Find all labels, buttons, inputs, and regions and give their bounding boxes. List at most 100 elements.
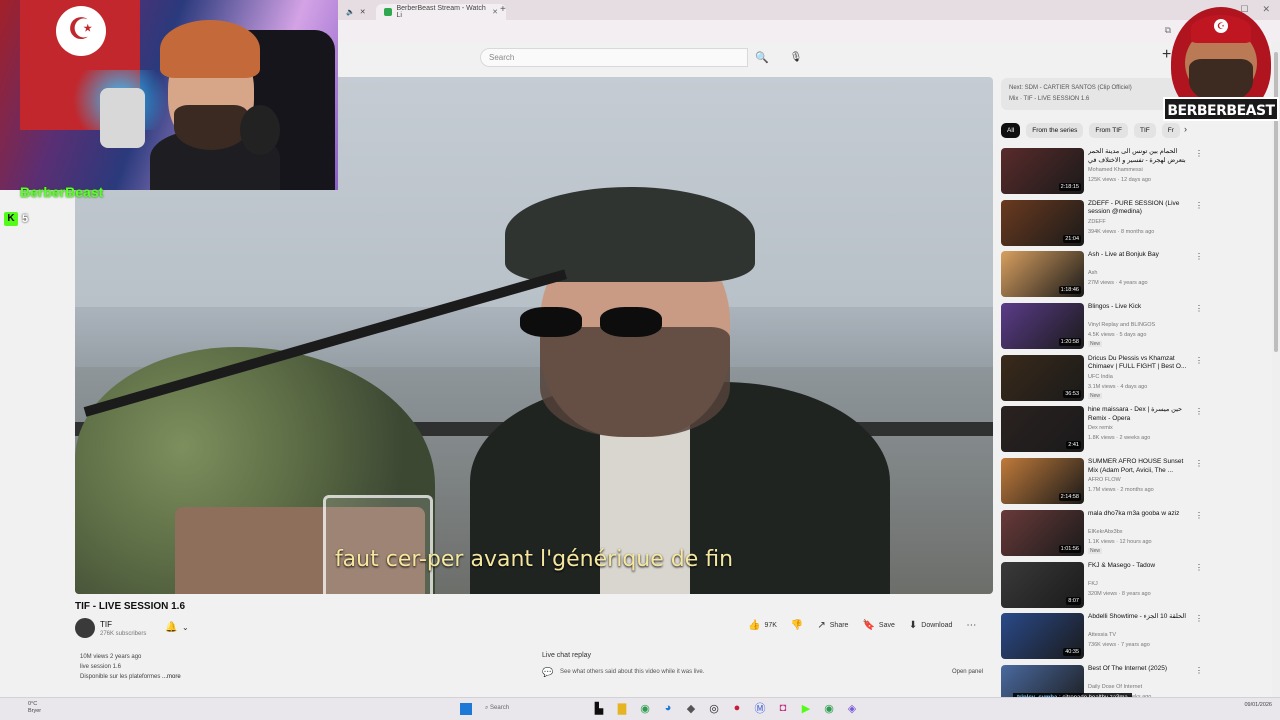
recommendation-channel[interactable]: Daily Dose Of Internet: [1088, 684, 1142, 690]
more-vertical-icon[interactable]: ⋮: [1195, 252, 1203, 261]
recommendation-channel[interactable]: ZDEFF: [1088, 219, 1106, 225]
plus-icon[interactable]: +: [500, 4, 506, 15]
recommendation-title[interactable]: الحمام بين تونس الى مدينة الحمر بتعرض له…: [1088, 148, 1191, 165]
video-thumbnail[interactable]: 2:14:58: [1001, 458, 1084, 505]
recommendation-channel[interactable]: Dex remix: [1088, 425, 1113, 431]
chrome-icon[interactable]: ◉: [638, 701, 652, 715]
task-view-icon[interactable]: ▙: [592, 701, 606, 715]
performer-beard: [540, 327, 730, 437]
obs-icon[interactable]: ◎: [707, 701, 721, 715]
recommendation-channel[interactable]: AFRO FLOW: [1088, 477, 1121, 483]
video-description[interactable]: 10M views 2 years ago live session 1.6 D…: [75, 648, 530, 686]
search-input[interactable]: Search: [480, 48, 748, 67]
recommendation-channel[interactable]: Ash: [1088, 270, 1097, 276]
search-icon[interactable]: 🔍: [748, 48, 776, 67]
download-button[interactable]: ⬇ Download: [909, 620, 953, 631]
app-icon[interactable]: ◆: [684, 701, 698, 715]
more-vertical-icon[interactable]: ⋮: [1195, 149, 1203, 158]
dislike-button[interactable]: 👎: [791, 620, 803, 631]
channel-avatar[interactable]: [75, 618, 95, 638]
tab-audio[interactable]: 🔈 ✕: [338, 4, 374, 20]
filter-chips: All From the series From TIF TIF Fr: [1001, 123, 1180, 138]
recommendation-title[interactable]: ZDEFF - PURE SESSION (Live session @medi…: [1088, 200, 1191, 217]
close-icon[interactable]: ✕: [360, 8, 366, 16]
weather-widget[interactable]: 0°C Bryer: [28, 701, 41, 715]
app-icon-2[interactable]: ◈: [845, 701, 859, 715]
recommendation-item[interactable]: 2:18:15 الحمام بين تونس الى مدينة الحمر ب…: [1001, 148, 1203, 200]
recommendation-item[interactable]: 1:18:46 Ash - Live at Bonjuk Bay Ash 27M vi…: [1001, 251, 1203, 303]
recommendation-title[interactable]: mala dho7ka m3a gooba w aziz: [1088, 510, 1191, 519]
logo-text: BERBERBEAST: [1163, 97, 1279, 121]
more-vertical-icon[interactable]: ⋮: [1195, 304, 1203, 313]
recommendation-item[interactable]: 2:14:58 SUMMER AFRO HOUSE Sunset Mix (Ada…: [1001, 458, 1203, 510]
recommendation-title[interactable]: Best Of The Internet (2025): [1088, 665, 1191, 674]
chrome-profile-icon[interactable]: ◉: [822, 701, 836, 715]
more-vertical-icon[interactable]: ⋮: [1195, 666, 1203, 675]
more-actions-button[interactable]: ⋯: [966, 620, 976, 631]
recommendation-item[interactable]: 40:35 Abdelli Showtime - الحلقة 10 الجزء A…: [1001, 613, 1203, 665]
recommendation-channel[interactable]: Vinyl Replay and BLINGOS: [1088, 322, 1155, 328]
chip-from-series[interactable]: From the series: [1026, 123, 1084, 138]
recommendation-title[interactable]: Dricus Du Plessis vs Khamzat Chimaev | F…: [1088, 355, 1191, 372]
recommendation-item[interactable]: 2:41 hine maissara - Dex | حين ميسرة Remi…: [1001, 406, 1203, 458]
recommendation-title[interactable]: Abdelli Showtime - الحلقة 10 الجزء: [1088, 613, 1191, 622]
kick-app-icon[interactable]: ▶: [799, 701, 813, 715]
more-vertical-icon[interactable]: ⋮: [1195, 459, 1203, 468]
recommendation-channel[interactable]: UFC India: [1088, 374, 1113, 380]
more-vertical-icon[interactable]: ⋮: [1195, 614, 1203, 623]
bell-icon[interactable]: 🔔: [165, 622, 177, 633]
tab-active[interactable]: BerberBeast Stream - Watch Li ✕: [376, 4, 506, 20]
recommendation-title[interactable]: SUMMER AFRO HOUSE Sunset Mix (Adam Port,…: [1088, 458, 1191, 475]
share-button[interactable]: ↗ Share: [817, 620, 848, 631]
channel-name[interactable]: TIF: [100, 620, 112, 629]
recommendation-channel[interactable]: Mohamed Khammessi: [1088, 167, 1143, 173]
taskbar-search[interactable]: ⌕ Search: [480, 702, 580, 716]
recommendation-item[interactable]: 1:20:58 Blingos - Live Kick Vinyl Replay a…: [1001, 303, 1203, 355]
recommendation-title[interactable]: Blingos - Live Kick: [1088, 303, 1191, 312]
more-vertical-icon[interactable]: ⋮: [1195, 201, 1203, 210]
more-vertical-icon[interactable]: ⋮: [1195, 356, 1203, 365]
recommendation-title[interactable]: FKJ & Masego - Tadow: [1088, 562, 1191, 571]
video-thumbnail[interactable]: 1:20:58: [1001, 303, 1084, 350]
messenger-icon[interactable]: Ⓜ: [753, 701, 767, 715]
edge-icon[interactable]: ◕: [661, 701, 675, 715]
recommendation-item[interactable]: 36:53 Dricus Du Plessis vs Khamzat Chimae…: [1001, 354, 1203, 407]
chip-all[interactable]: All: [1001, 123, 1021, 138]
windows-start-icon[interactable]: [460, 703, 472, 715]
open-panel-button[interactable]: Open panel: [952, 669, 983, 675]
video-actions: 👍 97K 👎 ↗ Share 🔖 Save ⬇ Download ⋯: [748, 620, 976, 631]
like-button[interactable]: 👍 97K: [748, 620, 777, 631]
scrollbar[interactable]: [1272, 42, 1280, 697]
video-thumbnail[interactable]: 36:53: [1001, 354, 1084, 401]
close-icon[interactable]: ✕: [492, 8, 498, 16]
recommendation-item[interactable]: 21:04 ZDEFF - PURE SESSION (Live session …: [1001, 199, 1203, 252]
video-thumbnail[interactable]: 1:01:56: [1001, 509, 1084, 556]
video-thumbnail[interactable]: 40:35: [1001, 613, 1084, 660]
more-vertical-icon[interactable]: ⋮: [1195, 563, 1203, 572]
more-vertical-icon[interactable]: ⋮: [1195, 511, 1203, 520]
more-link[interactable]: ...more: [162, 674, 181, 680]
video-thumbnail[interactable]: 2:41: [1001, 406, 1084, 453]
recommendation-channel[interactable]: ElKekrAbx3bx: [1088, 529, 1123, 535]
video-thumbnail[interactable]: 8:07: [1001, 561, 1084, 608]
video-thumbnail[interactable]: 2:18:15: [1001, 148, 1084, 194]
microphone-icon[interactable]: 🎙: [786, 48, 806, 67]
file-explorer-icon[interactable]: ▇: [615, 701, 629, 715]
recommendation-title[interactable]: Ash - Live at Bonjuk Bay: [1088, 251, 1191, 260]
chevron-down-icon[interactable]: ⌄: [182, 623, 189, 632]
recommendation-channel[interactable]: Attessia TV: [1088, 632, 1116, 638]
system-tray[interactable]: 09/01/2026: [1244, 702, 1272, 709]
video-thumbnail[interactable]: 1:18:46: [1001, 251, 1084, 298]
recommendation-item[interactable]: 1:01:56 mala dho7ka m3a gooba w aziz ElKek…: [1001, 509, 1203, 562]
speaker-icon[interactable]: 🔈: [346, 8, 355, 16]
save-button[interactable]: 🔖 Save: [862, 620, 894, 631]
recommendation-item[interactable]: 8:07 FKJ & Masego - Tadow FKJ 320M views · …: [1001, 561, 1203, 614]
browser-icon[interactable]: ●: [730, 701, 744, 715]
video-thumbnail[interactable]: 21:04: [1001, 199, 1084, 246]
chip-from-tif[interactable]: From TIF: [1089, 123, 1128, 138]
recommendation-title[interactable]: hine maissara - Dex | حين ميسرة Remix - …: [1088, 406, 1191, 423]
instagram-icon[interactable]: ◘: [776, 701, 790, 715]
recommendation-channel[interactable]: FKJ: [1088, 581, 1098, 587]
more-vertical-icon[interactable]: ⋮: [1195, 407, 1203, 416]
chip-tif[interactable]: TIF: [1134, 123, 1156, 138]
